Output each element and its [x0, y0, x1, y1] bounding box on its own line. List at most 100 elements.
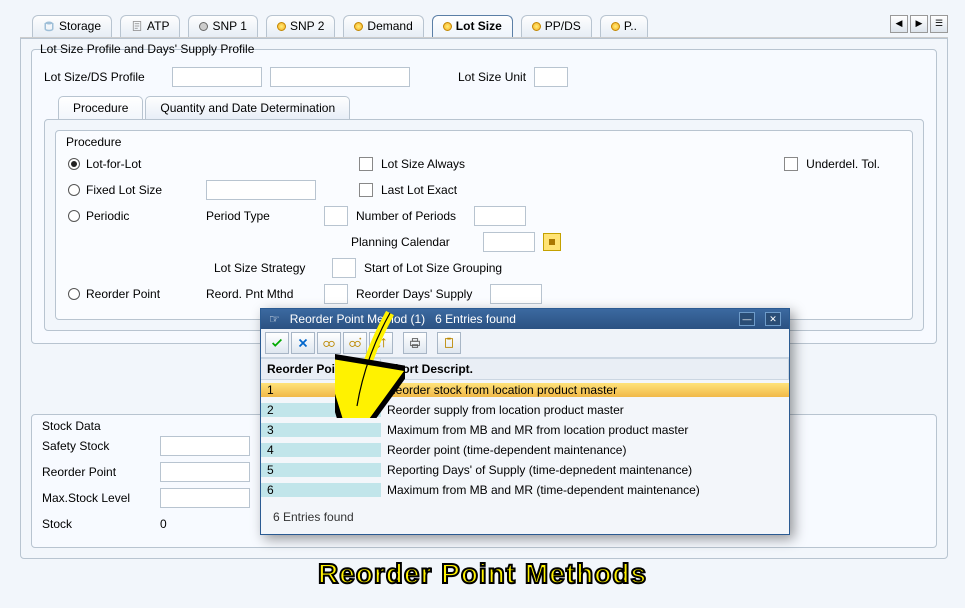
- row-desc: Maximum from MB and MR (time-dependent m…: [381, 483, 789, 497]
- popup-row[interactable]: 5Reporting Days' of Supply (time-depnede…: [261, 460, 789, 480]
- popup-entries-subtitle: 6 Entries found: [435, 312, 516, 326]
- popup-col1-header[interactable]: Reorder Point M...: [261, 359, 381, 379]
- row-number: 3: [261, 423, 381, 437]
- procedure-title: Procedure: [66, 135, 121, 149]
- lot-size-ds-profile-field2[interactable]: [270, 67, 410, 87]
- radio-reorder-point[interactable]: Reorder Point: [68, 287, 198, 301]
- popup-row[interactable]: 1Reorder stock from location product mas…: [261, 380, 789, 400]
- number-periods-label: Number of Periods: [356, 209, 456, 223]
- radio-label: Fixed Lot Size: [86, 183, 162, 197]
- lot-size-ds-profile-label: Lot Size/DS Profile: [44, 70, 164, 84]
- safety-stock-field[interactable]: [160, 436, 250, 456]
- subtab-bar: Procedure Quantity and Date Determinatio…: [58, 96, 924, 119]
- stock-value: 0: [160, 517, 167, 531]
- tab-atp[interactable]: ATP: [120, 15, 180, 37]
- checkbox-underdel-tol[interactable]: [784, 157, 798, 171]
- tab-label: SNP 1: [212, 19, 246, 33]
- sort-button[interactable]: [369, 332, 393, 354]
- row-desc: Maximum from MB and MR from location pro…: [381, 423, 789, 437]
- start-group-label: Start of Lot Size Grouping: [364, 261, 502, 275]
- popup-titlebar-icon: ☞: [269, 312, 280, 326]
- reorder-days-label: Reorder Days' Supply: [356, 287, 472, 301]
- period-type-field[interactable]: [324, 206, 348, 226]
- reord-pnt-mthd-label: Reord. Pnt Mthd: [206, 287, 316, 301]
- popup-minimize-button[interactable]: —: [739, 312, 755, 326]
- planning-calendar-valuehelp-button[interactable]: [543, 233, 561, 251]
- row-number: 2: [261, 403, 381, 417]
- row-desc: Reorder supply from location product mas…: [381, 403, 789, 417]
- radio-lot-for-lot[interactable]: Lot-for-Lot: [68, 157, 198, 171]
- status-dot-icon: [443, 22, 452, 31]
- search-next-button[interactable]: [343, 332, 367, 354]
- popup-rows: 1Reorder stock from location product mas…: [261, 380, 789, 500]
- tab-label: SNP 2: [290, 19, 324, 33]
- row-desc: Reorder point (time-dependent maintenanc…: [381, 443, 789, 457]
- tab-ppds[interactable]: PP/DS: [521, 15, 592, 37]
- reorder-point-field[interactable]: [160, 462, 250, 482]
- lot-size-unit-label: Lot Size Unit: [458, 70, 526, 84]
- stock-label: Stock: [42, 517, 152, 531]
- subtab-quantity-date[interactable]: Quantity and Date Determination: [145, 96, 350, 119]
- max-stock-field[interactable]: [160, 488, 250, 508]
- row-desc: Reporting Days' of Supply (time-depneden…: [381, 463, 789, 477]
- status-dot-icon: [199, 22, 208, 31]
- row-number: 5: [261, 463, 381, 477]
- planning-calendar-field[interactable]: [483, 232, 535, 252]
- row-number: 1: [261, 383, 381, 397]
- popup-row[interactable]: 6Maximum from MB and MR (time-dependent …: [261, 480, 789, 500]
- stock-title: Stock Data: [42, 419, 101, 433]
- popup-title-text: Reorder Point Method (1): [290, 312, 425, 326]
- radio-label: Periodic: [86, 209, 129, 223]
- popup-row[interactable]: 3Maximum from MB and MR from location pr…: [261, 420, 789, 440]
- checkbox-last-lot-exact[interactable]: [359, 183, 373, 197]
- tabnav: ◀ ▶ ☰: [890, 15, 948, 33]
- tab-lot-size[interactable]: Lot Size: [432, 15, 513, 37]
- popup-row[interactable]: 2Reorder supply from location product ma…: [261, 400, 789, 420]
- row-number: 6: [261, 483, 381, 497]
- reorder-days-field[interactable]: [490, 284, 542, 304]
- radio-icon: [68, 288, 80, 300]
- tab-p-more[interactable]: P..: [600, 15, 648, 37]
- lot-size-ds-profile-field1[interactable]: [172, 67, 262, 87]
- popup-toolbar: [261, 329, 789, 358]
- binoculars-plus-icon: [348, 336, 362, 350]
- lot-size-unit-field[interactable]: [534, 67, 568, 87]
- tab-label: PP/DS: [545, 19, 581, 33]
- subtab-procedure[interactable]: Procedure: [58, 96, 143, 119]
- reorder-point-method-popup: ☞ Reorder Point Method (1) 6 Entries fou…: [260, 308, 790, 535]
- number-periods-field[interactable]: [474, 206, 526, 226]
- print-button[interactable]: [403, 332, 427, 354]
- search-button[interactable]: [317, 332, 341, 354]
- radio-label: Reorder Point: [86, 287, 160, 301]
- cancel-button[interactable]: [291, 332, 315, 354]
- check-icon: [270, 336, 284, 350]
- tab-list-button[interactable]: ☰: [930, 15, 948, 33]
- clipboard-button[interactable]: [437, 332, 461, 354]
- tab-storage[interactable]: Storage: [32, 15, 112, 37]
- popup-titlebar[interactable]: ☞ Reorder Point Method (1) 6 Entries fou…: [261, 309, 789, 329]
- tab-snp1[interactable]: SNP 1: [188, 15, 257, 37]
- tab-scroll-left-button[interactable]: ◀: [890, 15, 908, 33]
- popup-row[interactable]: 4Reorder point (time-dependent maintenan…: [261, 440, 789, 460]
- valuehelp-icon: [549, 239, 555, 245]
- binoculars-icon: [322, 336, 336, 350]
- popup-status: 6 Entries found: [261, 500, 789, 534]
- tab-snp2[interactable]: SNP 2: [266, 15, 335, 37]
- radio-periodic[interactable]: Periodic: [68, 209, 198, 223]
- sort-icon: [374, 336, 388, 350]
- reorder-point-label: Reorder Point: [42, 465, 152, 479]
- popup-col2-header[interactable]: Short Descript.: [381, 359, 789, 379]
- reord-pnt-mthd-field[interactable]: [324, 284, 348, 304]
- doc-icon: [131, 20, 143, 32]
- fixed-lot-size-field[interactable]: [206, 180, 316, 200]
- status-dot-icon: [354, 22, 363, 31]
- lot-size-strategy-field[interactable]: [332, 258, 356, 278]
- tab-demand[interactable]: Demand: [343, 15, 423, 37]
- tab-label: Demand: [367, 19, 412, 33]
- popup-close-button[interactable]: ✕: [765, 312, 781, 326]
- radio-fixed-lot-size[interactable]: Fixed Lot Size: [68, 183, 198, 197]
- tab-label: Storage: [59, 19, 101, 33]
- tab-scroll-right-button[interactable]: ▶: [910, 15, 928, 33]
- accept-button[interactable]: [265, 332, 289, 354]
- checkbox-lot-size-always[interactable]: [359, 157, 373, 171]
